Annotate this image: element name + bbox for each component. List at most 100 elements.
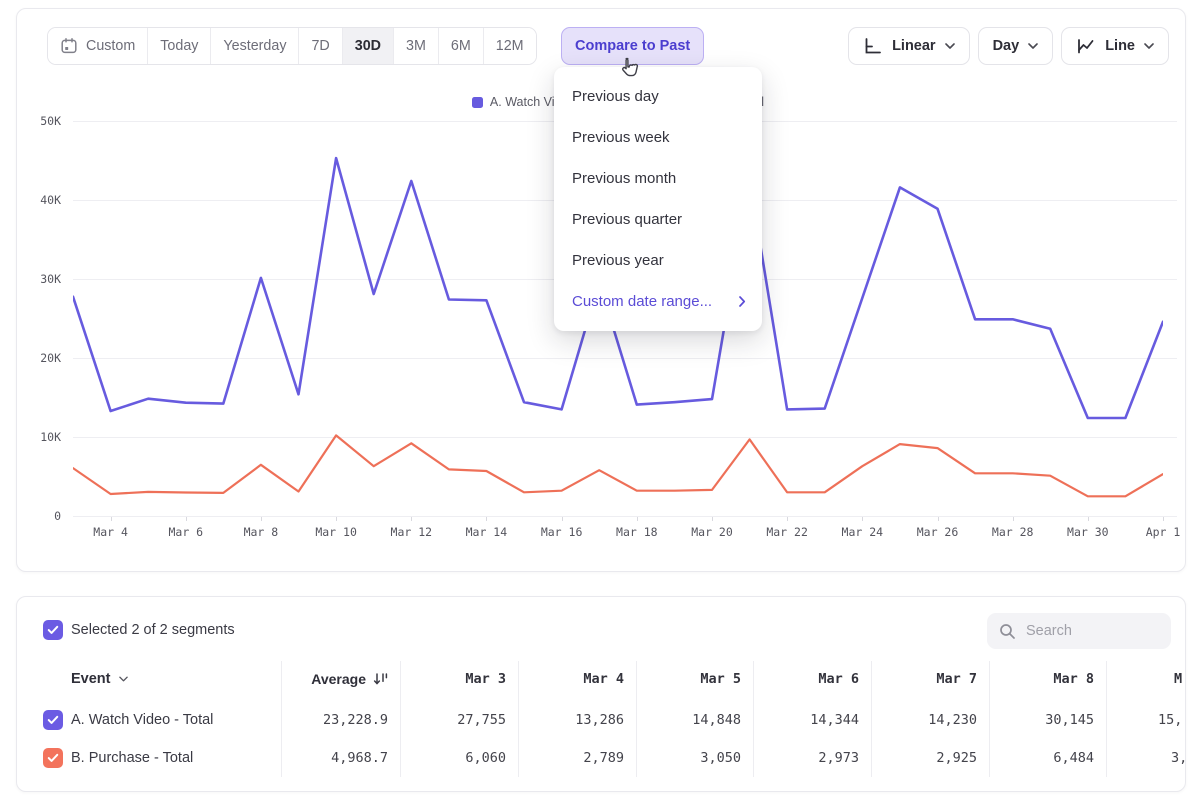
date-range-7d[interactable]: 7D [299,28,342,64]
legend-swatch [472,97,483,108]
search-input[interactable] [1024,622,1159,640]
date-range-3m[interactable]: 3M [394,28,439,64]
row-checkbox[interactable] [43,710,63,730]
x-axis-tick [862,517,863,521]
segment-name[interactable]: B. Purchase - Total [71,750,193,766]
interval-select[interactable]: Day [978,27,1054,65]
y-axis-label: 50K [17,114,61,128]
date-range-label: Custom [86,38,135,54]
date-range-label: 6M [451,38,471,54]
chevron-down-icon [119,676,128,682]
menu-item-label: Custom date range... [572,293,712,310]
x-axis-tick [186,517,187,521]
cursor-pointer-icon [618,56,640,80]
x-axis-line [73,516,1177,517]
menu-item-custom-date-range[interactable]: Custom date range... [554,281,762,322]
series-line-b [73,435,1163,496]
x-axis-label: Mar 6 [168,525,203,539]
select-all-checkbox[interactable] [43,620,63,640]
x-axis-label: Mar 12 [391,525,433,539]
x-axis-label: Mar 30 [1067,525,1109,539]
y-axis-label: 20K [17,351,61,365]
table-row[interactable]: A. Watch Video - Total23,228.927,75513,2… [17,701,1185,739]
date-range-today[interactable]: Today [148,28,211,64]
date-range-label: 3M [406,38,426,54]
date-range-6m[interactable]: 6M [439,28,484,64]
line-chart-icon [1076,37,1096,55]
calendar-icon [60,37,78,55]
x-axis-label: Mar 28 [992,525,1034,539]
x-axis-label: Mar 18 [616,525,658,539]
x-axis-tick [787,517,788,521]
segments-card: Selected 2 of 2 segments Event AverageMa… [16,596,1186,792]
x-axis-tick [261,517,262,521]
linear-scale-icon [863,37,883,55]
x-axis-label: Mar 26 [917,525,959,539]
menu-item-previous-month[interactable]: Previous month [554,158,762,199]
x-axis-label: Apr 1 [1146,525,1181,539]
x-axis-label: Mar 24 [842,525,884,539]
x-axis-label: Mar 8 [244,525,279,539]
chevron-down-icon [1028,43,1038,49]
x-axis-tick [562,517,563,521]
x-axis-tick [411,517,412,521]
selected-count-label: Selected 2 of 2 segments [71,622,235,638]
y-axis-label: 30K [17,272,61,286]
y-axis-label: 10K [17,430,61,444]
chart-type-select[interactable]: Line [1061,27,1169,65]
x-axis-label: Mar 22 [766,525,808,539]
column-header-event[interactable]: Event [71,671,128,687]
chevron-down-icon [945,43,955,49]
x-axis-tick [336,517,337,521]
menu-item-previous-year[interactable]: Previous year [554,240,762,281]
cell-value: 30,145 [944,712,1094,728]
cell-value-cut: 15, [1158,712,1182,728]
cell-value: 6,484 [944,750,1094,766]
date-range-label: 12M [496,38,524,54]
y-axis-label: 0 [17,509,61,523]
date-range-custom[interactable]: Custom [48,28,148,64]
chevron-down-icon [1144,43,1154,49]
compare-menu: Previous dayPrevious weekPrevious monthP… [554,67,762,331]
column-header-mar-8: Mar 8 [944,671,1094,687]
segment-name[interactable]: A. Watch Video - Total [71,712,213,728]
date-range-yesterday[interactable]: Yesterday [211,28,299,64]
y-axis-label: 40K [17,193,61,207]
date-range-label: Today [160,38,198,54]
cell-value-cut: 3, [1171,750,1186,766]
date-range-12m[interactable]: 12M [484,28,536,64]
x-axis-tick [486,517,487,521]
x-axis-label: Mar 10 [315,525,357,539]
chart-card: CustomTodayYesterday7D30D3M6M12M Compare… [16,8,1186,572]
x-axis-label: Mar 4 [93,525,128,539]
date-range-label: Yesterday [223,38,286,54]
menu-item-previous-quarter[interactable]: Previous quarter [554,199,762,240]
x-axis-tick [1088,517,1089,521]
interval-label: Day [993,38,1020,54]
scale-select[interactable]: Linear [848,27,970,65]
date-range-selector: Custom Today Yesterday 7D 30D 3M 6M 12M [47,27,537,65]
search-icon [999,623,1016,640]
column-header-label: Event [71,671,111,687]
chevron-right-icon [739,296,746,307]
date-range-label: 30D [355,38,381,54]
x-axis-tick [712,517,713,521]
menu-item-previous-day[interactable]: Previous day [554,76,762,117]
row-checkbox[interactable] [43,748,63,768]
table-row[interactable]: B. Purchase - Total4,968.76,0602,7893,05… [17,739,1185,777]
search-box [987,613,1171,649]
x-axis-label: Mar 14 [466,525,508,539]
x-axis-tick [938,517,939,521]
x-axis-tick [111,517,112,521]
date-range-30d[interactable]: 30D [343,28,394,64]
chart-controls: Linear Day Line [848,27,1169,65]
x-axis-label: Mar 20 [691,525,733,539]
chart-type-label: Line [1105,38,1135,54]
scale-label: Linear [892,38,936,54]
x-axis-tick [1163,517,1164,521]
column-header-cut: M [1174,671,1182,687]
date-range-label: 7D [311,38,329,54]
x-axis-tick [637,517,638,521]
x-axis-tick [1013,517,1014,521]
menu-item-previous-week[interactable]: Previous week [554,117,762,158]
